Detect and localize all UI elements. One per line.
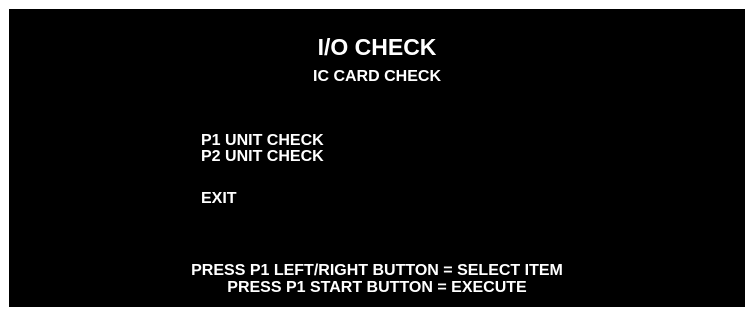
instructions: PRESS P1 LEFT/RIGHT BUTTON = SELECT ITEM… [9,262,745,296]
menu-item-exit[interactable]: EXIT [201,191,324,207]
page-title: I/O CHECK [317,34,437,60]
instruction-execute: PRESS P1 START BUTTON = EXECUTE [227,279,527,296]
menu-list: P1 UNIT CHECK P2 UNIT CHECK EXIT [201,133,324,207]
menu-item-p1-unit-check[interactable]: P1 UNIT CHECK [201,133,324,149]
page-subtitle: IC CARD CHECK [313,68,441,85]
menu-item-p2-unit-check[interactable]: P2 UNIT CHECK [201,149,324,165]
instruction-select: PRESS P1 LEFT/RIGHT BUTTON = SELECT ITEM [191,262,563,279]
test-menu-screen: I/O CHECK IC CARD CHECK P1 UNIT CHECK P2… [9,9,745,307]
